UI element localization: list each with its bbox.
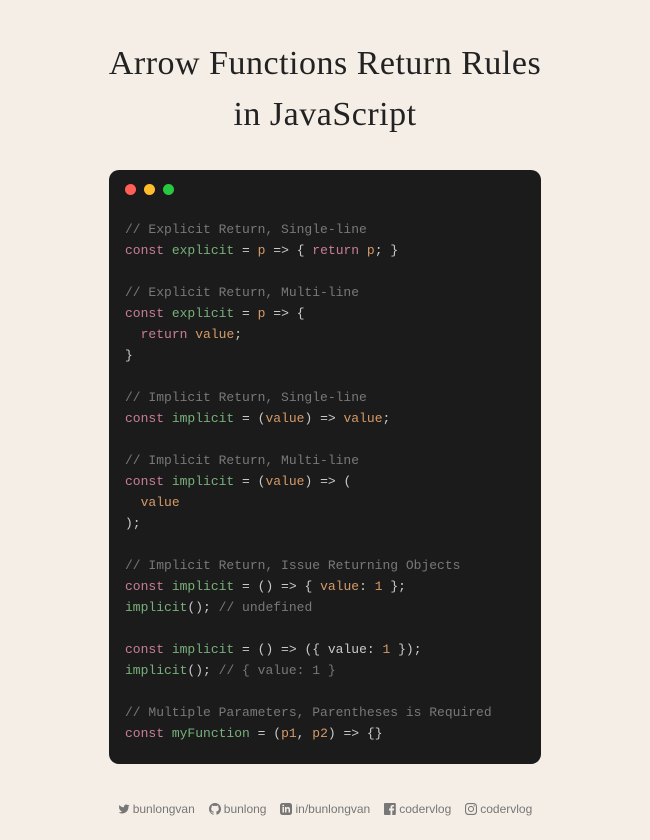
facebook-handle: codervlog xyxy=(399,802,451,816)
instagram-icon xyxy=(465,803,477,815)
linkedin-handle: in/bunlongvan xyxy=(295,802,370,816)
instagram-link[interactable]: codervlog xyxy=(465,802,532,816)
instagram-handle: codervlog xyxy=(480,802,532,816)
github-link[interactable]: bunlong xyxy=(209,802,267,816)
github-icon xyxy=(209,803,221,815)
social-links: bunlongvan bunlong in/bunlongvan codervl… xyxy=(118,802,533,816)
github-handle: bunlong xyxy=(224,802,267,816)
linkedin-link[interactable]: in/bunlongvan xyxy=(280,802,370,816)
close-icon xyxy=(125,184,136,195)
maximize-icon xyxy=(163,184,174,195)
code-block: // Explicit Return, Single-line const ex… xyxy=(109,195,541,744)
minimize-icon xyxy=(144,184,155,195)
code-window: // Explicit Return, Single-line const ex… xyxy=(109,170,541,764)
twitter-icon xyxy=(118,803,130,815)
title-line-1: Arrow Functions Return Rules xyxy=(109,45,541,82)
facebook-link[interactable]: codervlog xyxy=(384,802,451,816)
linkedin-icon xyxy=(280,803,292,815)
title-line-2: in JavaScript xyxy=(233,96,416,133)
facebook-icon xyxy=(384,803,396,815)
twitter-handle: bunlongvan xyxy=(133,802,195,816)
window-controls xyxy=(109,170,541,195)
page-title: Arrow Functions Return Rules in JavaScri… xyxy=(109,38,541,140)
twitter-link[interactable]: bunlongvan xyxy=(118,802,195,816)
